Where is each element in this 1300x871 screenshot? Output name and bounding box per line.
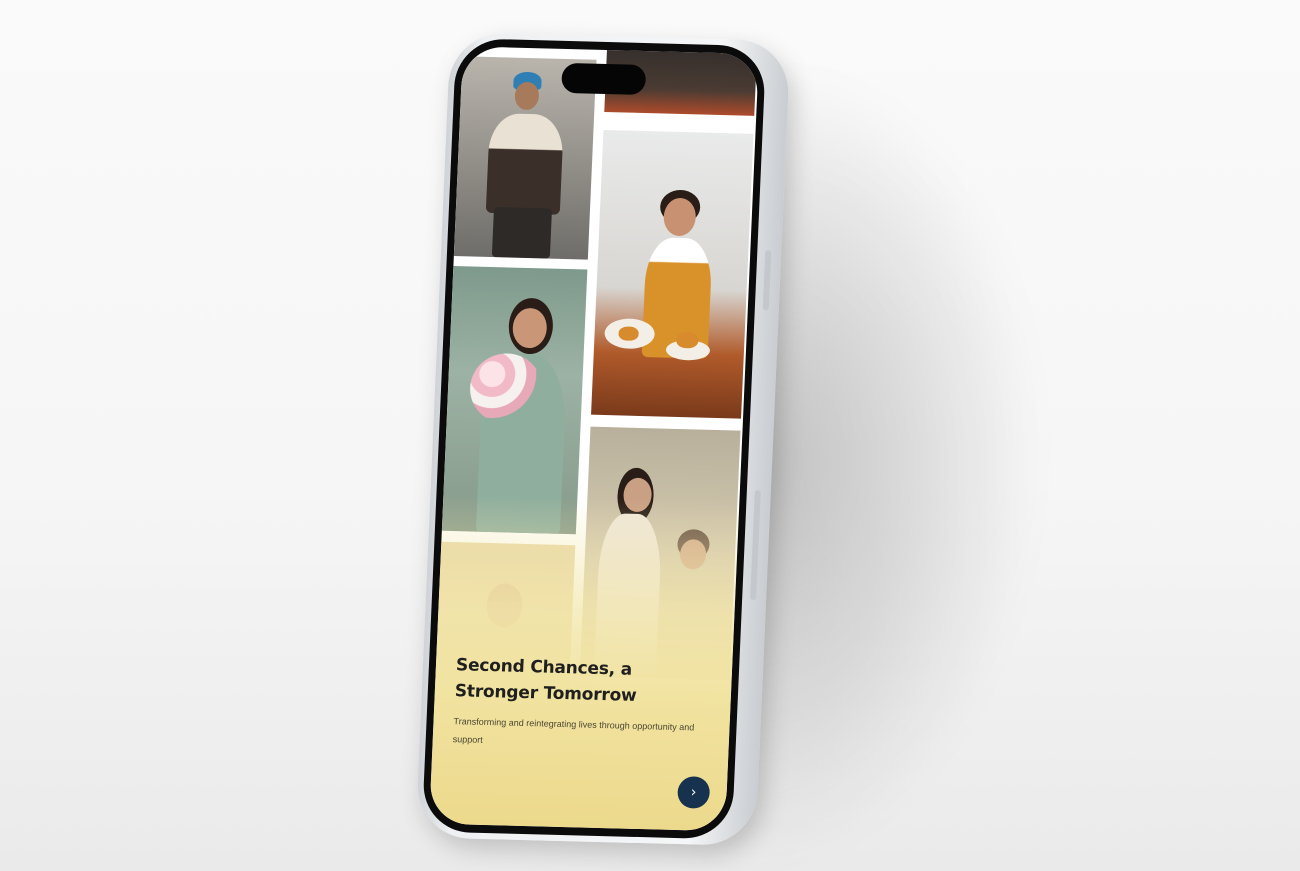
dynamic-island xyxy=(561,62,647,96)
photo-baker xyxy=(591,129,754,419)
chevron-right-icon: › xyxy=(690,784,697,801)
hero-title: Second Chances, a Stronger Tomorrow xyxy=(454,655,637,706)
hero-subtitle: Transforming and reintegrating lives thr… xyxy=(452,716,695,745)
app-screen: Second Chances, a Stronger Tomorrow Tran… xyxy=(429,46,759,832)
phone-mockup: Second Chances, a Stronger Tomorrow Tran… xyxy=(415,31,791,847)
